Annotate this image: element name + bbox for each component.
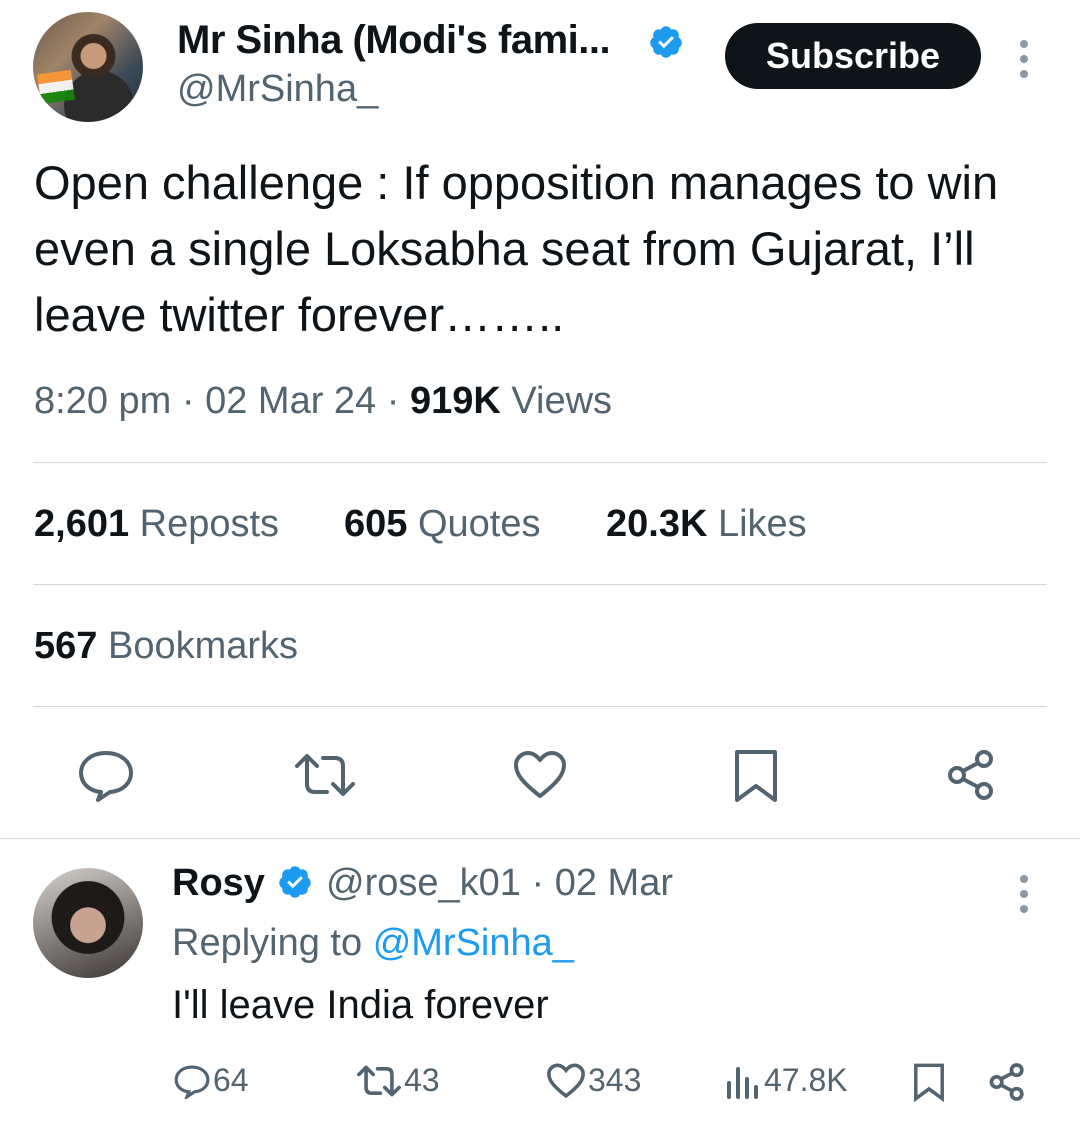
reply-share-icon[interactable]	[987, 1062, 1027, 1102]
bookmarks-label: Bookmarks	[107, 625, 299, 667]
quotes-count: 605	[344, 503, 408, 545]
subscribe-button[interactable]: Subscribe	[725, 23, 981, 89]
repost-icon	[357, 1065, 401, 1096]
tweet-meta: 8:20 pm · 02 Mar 24 · 919K Views	[34, 380, 613, 422]
views-count: 919K	[409, 380, 501, 422]
reply-repost-action[interactable]: 43	[356, 1062, 440, 1099]
reply-reply-count: 64	[213, 1062, 249, 1098]
reply-views-count: 47.8K	[764, 1062, 848, 1098]
reply-icon	[174, 1064, 210, 1099]
likes-stat[interactable]: 20.3K Likes	[606, 503, 807, 546]
reply-repost-count: 43	[404, 1062, 440, 1098]
likes-label: Likes	[717, 503, 807, 545]
reposts-stat[interactable]: 2,601 Reposts	[34, 503, 279, 546]
reposts-label: Reposts	[139, 503, 280, 545]
reply-header: Rosy @rose_k01 · 02 Mar	[172, 862, 674, 904]
verified-badge-icon	[650, 26, 682, 58]
reposts-count: 2,601	[34, 503, 130, 545]
divider	[33, 706, 1047, 707]
author-handle[interactable]: @MrSinha_	[177, 68, 378, 111]
tweet-text: Open challenge : If opposition manages t…	[34, 156, 999, 341]
reply-author-name[interactable]: Rosy	[172, 862, 265, 904]
divider	[33, 462, 1047, 463]
reply-views-action[interactable]: 47.8K	[724, 1062, 848, 1099]
bookmarks-count: 567	[34, 625, 98, 667]
divider	[0, 838, 1080, 839]
flag-graphic	[37, 69, 75, 105]
repost-icon[interactable]	[293, 750, 357, 800]
reply-like-action[interactable]: 343	[546, 1062, 641, 1099]
verified-badge-icon	[279, 866, 312, 898]
reply-icon[interactable]	[76, 748, 136, 802]
reply-like-count: 343	[588, 1062, 642, 1098]
reply-author-handle[interactable]: @rose_k01	[326, 862, 521, 904]
tweet-time[interactable]: 8:20 pm	[34, 380, 171, 422]
divider	[33, 584, 1047, 585]
quotes-label: Quotes	[417, 503, 541, 545]
tweet-date[interactable]: 02 Mar 24	[205, 380, 376, 422]
reply-date[interactable]: 02 Mar	[555, 862, 673, 904]
reply-reply-action[interactable]: 64	[173, 1062, 249, 1099]
bookmarks-stat[interactable]: 567 Bookmarks	[34, 625, 298, 668]
views-label: Views	[511, 380, 613, 422]
bookmark-icon[interactable]	[733, 748, 779, 804]
author-name[interactable]: Mr Sinha (Modi's fami...	[177, 18, 611, 63]
reply-author-avatar[interactable]	[33, 868, 143, 978]
more-options-icon[interactable]	[1018, 40, 1030, 78]
reply-more-options-icon[interactable]	[1018, 875, 1030, 913]
like-icon[interactable]	[512, 750, 568, 800]
views-icon	[727, 1066, 758, 1099]
quotes-stat[interactable]: 605 Quotes	[344, 503, 541, 546]
author-avatar[interactable]	[33, 12, 143, 122]
replying-to: Replying to @MrSinha_	[172, 922, 574, 965]
reply-text: I'll leave India forever	[172, 983, 549, 1027]
replying-to-link[interactable]: @MrSinha_	[373, 922, 574, 964]
likes-count: 20.3K	[606, 503, 708, 545]
replying-prefix: Replying to	[172, 922, 363, 964]
share-icon[interactable]	[944, 748, 998, 802]
like-icon	[547, 1062, 585, 1098]
reply-bookmark-icon[interactable]	[913, 1062, 945, 1102]
